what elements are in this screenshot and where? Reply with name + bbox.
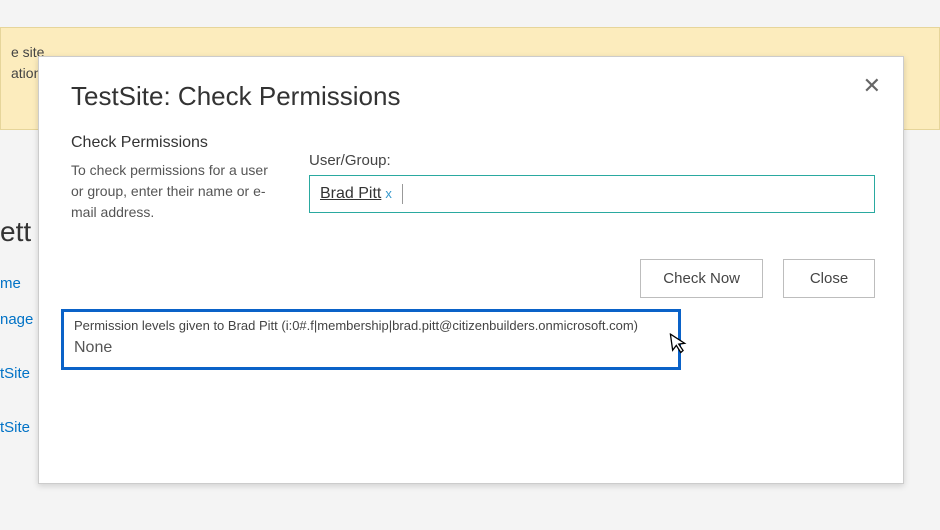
section-description: To check permissions for a user or group… (71, 160, 281, 223)
dialog-description-block: Check Permissions To check permissions f… (71, 134, 281, 298)
dialog-title: TestSite: Check Permissions (71, 81, 875, 112)
permissions-result: Permission levels given to Brad Pitt (i:… (61, 309, 681, 370)
close-icon[interactable]: ✕ (863, 75, 881, 97)
user-group-label: User/Group: (309, 152, 875, 169)
user-group-picker[interactable]: Brad Pitt x (309, 175, 875, 213)
side-link[interactable]: nage (0, 302, 40, 338)
result-heading: Permission levels given to Brad Pitt (i:… (74, 318, 668, 333)
side-link[interactable]: tSite (0, 356, 40, 392)
section-heading: Check Permissions (71, 134, 281, 152)
chip-name: Brad Pitt (320, 185, 381, 203)
dialog-form: User/Group: Brad Pitt x Check Now Close (309, 134, 875, 298)
banner-text-line2: ation (11, 65, 41, 81)
app-background: e site ation ett me nage tSite tSite ✕ T… (0, 0, 940, 530)
side-link[interactable]: me (0, 266, 40, 302)
side-link[interactable]: tSite (0, 410, 40, 446)
dialog-body: Check Permissions To check permissions f… (71, 134, 875, 298)
selected-user-chip: Brad Pitt x (316, 185, 396, 203)
side-nav: me nage tSite tSite (0, 266, 40, 446)
user-group-input[interactable] (402, 184, 868, 204)
page-heading-fragment: ett (0, 216, 31, 248)
check-now-button[interactable]: Check Now (640, 259, 763, 298)
result-value: None (74, 339, 668, 357)
check-permissions-dialog: ✕ TestSite: Check Permissions Check Perm… (38, 56, 904, 484)
chip-remove-icon[interactable]: x (385, 186, 392, 201)
close-button[interactable]: Close (783, 259, 875, 298)
